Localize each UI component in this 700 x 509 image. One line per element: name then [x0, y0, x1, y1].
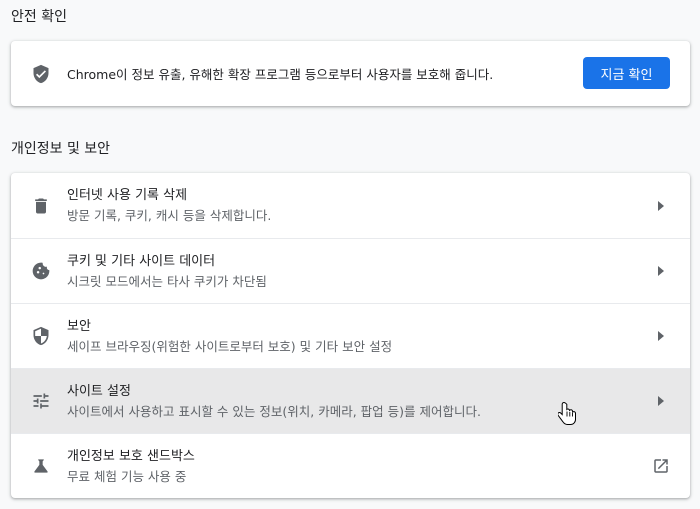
- site-settings-row[interactable]: 사이트 설정 사이트에서 사용하고 표시할 수 있는 정보(위치, 카메라, 팝…: [11, 368, 690, 433]
- privacy-card: 인터넷 사용 기록 삭제 방문 기록, 쿠키, 캐시 등을 삭제합니다. 쿠키 …: [11, 173, 690, 498]
- row-title: 보안: [67, 319, 91, 334]
- arrow-right-icon: [656, 200, 666, 212]
- cookie-icon: [31, 261, 51, 281]
- flask-icon: [31, 456, 51, 476]
- row-title: 인터넷 사용 기록 삭제: [67, 188, 188, 203]
- arrow-right-icon: [656, 330, 666, 342]
- safety-check-heading: 안전 확인: [11, 9, 67, 25]
- security-row[interactable]: 보안 세이프 브라우징(위험한 사이트로부터 보호) 및 기타 보안 설정: [11, 303, 690, 368]
- arrow-right-icon: [656, 395, 666, 407]
- safety-check-card: Chrome이 정보 유출, 유해한 확장 프로그램 등으로부터 사용자를 보호…: [11, 41, 690, 106]
- row-subtitle: 무료 체험 기능 사용 중: [67, 469, 187, 484]
- clear-browsing-data-row[interactable]: 인터넷 사용 기록 삭제 방문 기록, 쿠키, 캐시 등을 삭제합니다.: [11, 173, 690, 238]
- trash-icon: [31, 196, 51, 216]
- row-title: 사이트 설정: [67, 384, 131, 399]
- shield-icon: [31, 326, 51, 346]
- privacy-sandbox-row[interactable]: 개인정보 보호 샌드박스 무료 체험 기능 사용 중: [11, 433, 690, 498]
- row-subtitle: 방문 기록, 쿠키, 캐시 등을 삭제합니다.: [67, 208, 272, 223]
- shield-check-icon: [31, 64, 51, 84]
- row-subtitle: 사이트에서 사용하고 표시할 수 있는 정보(위치, 카메라, 팝업 등)를 제…: [67, 404, 481, 419]
- row-subtitle: 시크릿 모드에서는 타사 쿠키가 차단됨: [67, 274, 267, 289]
- arrow-right-icon: [656, 265, 666, 277]
- check-now-button[interactable]: 지금 확인: [583, 57, 670, 89]
- open-in-new-icon: [652, 457, 670, 475]
- row-subtitle: 세이프 브라우징(위험한 사이트로부터 보호) 및 기타 보안 설정: [67, 339, 393, 354]
- cookies-row[interactable]: 쿠키 및 기타 사이트 데이터 시크릿 모드에서는 타사 쿠키가 차단됨: [11, 238, 690, 303]
- safety-check-row: Chrome이 정보 유출, 유해한 확장 프로그램 등으로부터 사용자를 보호…: [11, 41, 690, 106]
- row-title: 개인정보 보호 샌드박스: [67, 449, 195, 464]
- safety-check-description: Chrome이 정보 유출, 유해한 확장 프로그램 등으로부터 사용자를 보호…: [67, 67, 494, 82]
- tune-icon: [31, 391, 51, 411]
- row-title: 쿠키 및 기타 사이트 데이터: [67, 254, 216, 269]
- privacy-heading: 개인정보 및 보안: [11, 141, 111, 157]
